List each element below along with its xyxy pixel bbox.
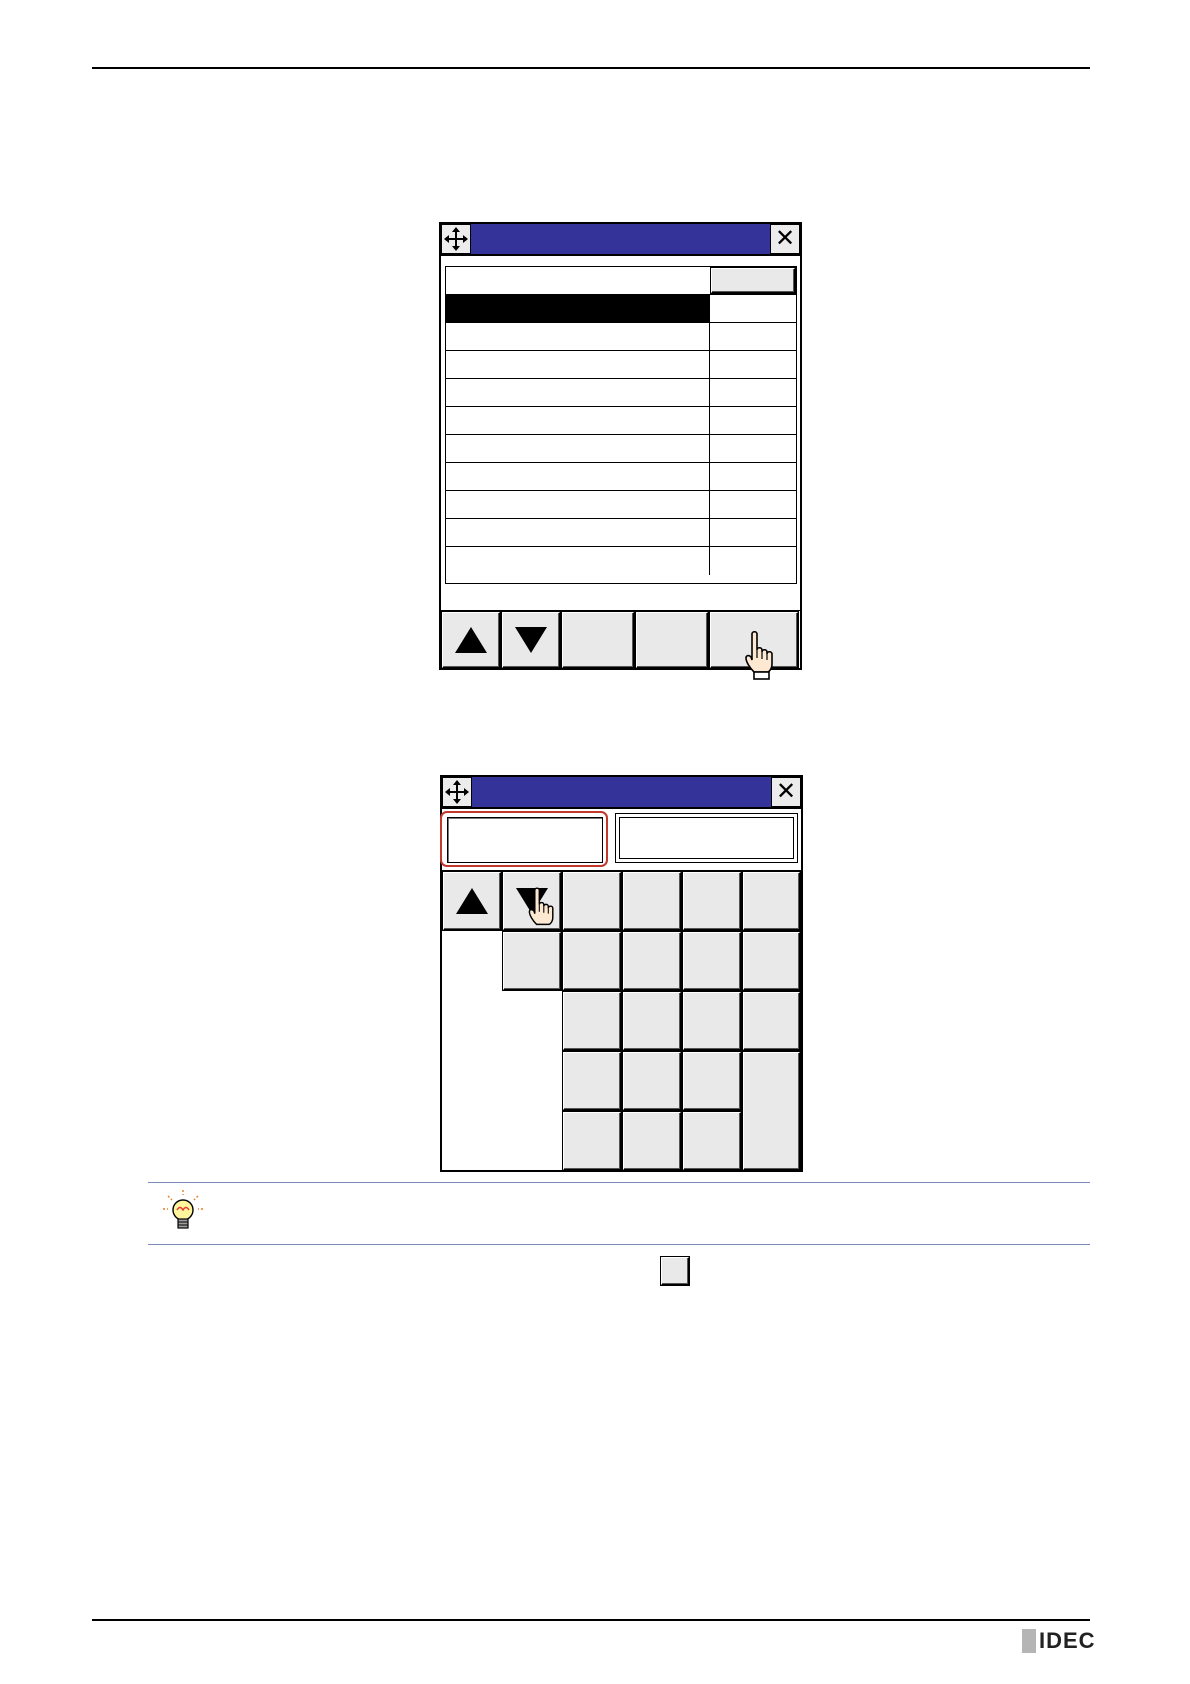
keypad-key[interactable]	[743, 932, 800, 990]
move-icon[interactable]	[441, 224, 471, 254]
keypad-key[interactable]	[623, 932, 681, 990]
list-header-name	[446, 267, 710, 294]
list-item-selected[interactable]	[446, 295, 796, 323]
footer-rule	[92, 1619, 1090, 1621]
close-icon[interactable]: ✕	[770, 224, 800, 254]
list-dialog: ✕	[439, 222, 802, 670]
list-item[interactable]	[446, 491, 796, 519]
keypad-up-button[interactable]	[443, 872, 501, 930]
scroll-up-button[interactable]	[442, 612, 500, 668]
input-field-1[interactable]	[447, 817, 603, 863]
keypad-enter-key[interactable]	[743, 1052, 800, 1170]
keypad-key[interactable]	[623, 1112, 681, 1170]
list-item[interactable]	[446, 435, 796, 463]
keypad-key[interactable]	[683, 992, 741, 1050]
keypad-key[interactable]	[563, 872, 621, 930]
keypad-key[interactable]	[563, 1052, 621, 1110]
hand-pointer-icon	[528, 887, 554, 926]
list-dialog-titlebar[interactable]: ✕	[441, 224, 800, 256]
list-item[interactable]	[446, 379, 796, 407]
list-button-3[interactable]	[562, 612, 634, 668]
tip-top-rule	[148, 1182, 1090, 1183]
idec-logo: IDEC	[1022, 1628, 1096, 1653]
keypad-key[interactable]	[743, 872, 800, 930]
keypad-key[interactable]	[563, 932, 621, 990]
lightbulb-icon	[163, 1190, 203, 1229]
arrow-down-icon	[515, 627, 547, 653]
header-rule	[92, 67, 1090, 69]
keypad-dialog-titlebar[interactable]: ✕	[442, 777, 801, 809]
logo-mark	[1022, 1629, 1036, 1653]
list-item[interactable]	[446, 463, 796, 491]
keypad-key[interactable]	[683, 872, 741, 930]
keypad-key[interactable]	[563, 1112, 621, 1170]
keypad	[442, 870, 801, 1171]
logo-text: IDEC	[1039, 1628, 1096, 1653]
hand-pointer-icon	[745, 630, 773, 680]
keypad-key[interactable]	[623, 1052, 681, 1110]
move-icon[interactable]	[442, 777, 472, 807]
inline-key-icon	[661, 1257, 689, 1285]
list-header-value	[711, 268, 795, 293]
item-list	[445, 266, 797, 584]
arrow-up-icon	[455, 627, 487, 653]
keypad-blank-divider	[502, 931, 503, 991]
list-item[interactable]	[446, 547, 796, 575]
keypad-key[interactable]	[743, 992, 800, 1050]
input-field-2[interactable]	[615, 813, 798, 863]
keypad-key[interactable]	[623, 992, 681, 1050]
arrow-up-icon	[456, 888, 488, 914]
list-button-4[interactable]	[636, 612, 708, 668]
close-icon[interactable]: ✕	[771, 777, 801, 807]
keypad-key[interactable]	[683, 932, 741, 990]
scroll-down-button[interactable]	[502, 612, 560, 668]
keypad-blank-divider	[502, 990, 562, 991]
keypad-dialog: ✕	[440, 775, 803, 1172]
list-item[interactable]	[446, 323, 796, 351]
list-header	[446, 267, 796, 295]
list-item[interactable]	[446, 351, 796, 379]
keypad-key[interactable]	[623, 872, 681, 930]
keypad-key[interactable]	[683, 1112, 741, 1170]
keypad-key[interactable]	[563, 992, 621, 1050]
list-item[interactable]	[446, 519, 796, 547]
tip-bottom-rule	[148, 1244, 1090, 1245]
list-item[interactable]	[446, 407, 796, 435]
keypad-key[interactable]	[683, 1052, 741, 1110]
